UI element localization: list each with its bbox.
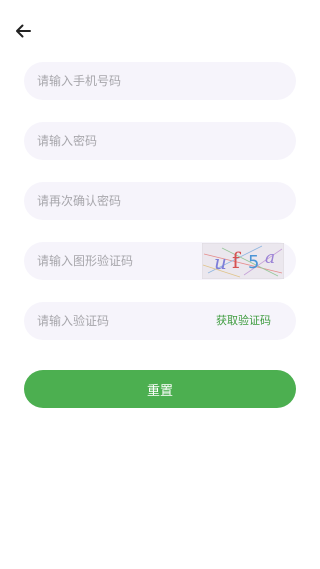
captcha-char-4: a xyxy=(265,248,275,268)
arrow-left-icon xyxy=(16,24,31,38)
password-input[interactable] xyxy=(37,122,296,160)
reset-button[interactable]: 重置 xyxy=(24,370,296,408)
confirm-password-field xyxy=(24,182,296,220)
captcha-image[interactable]: u f 5 a xyxy=(202,243,284,279)
password-field xyxy=(24,122,296,160)
captcha-field: u f 5 a xyxy=(24,242,296,280)
back-button[interactable] xyxy=(12,20,34,42)
confirm-password-input[interactable] xyxy=(37,182,296,220)
phone-field xyxy=(24,62,296,100)
get-code-button[interactable]: 获取验证码 xyxy=(216,302,271,340)
captcha-char-1: u xyxy=(214,250,227,274)
captcha-char-3: 5 xyxy=(248,252,259,273)
sms-code-field: 获取验证码 xyxy=(24,302,296,340)
phone-input[interactable] xyxy=(37,62,296,100)
